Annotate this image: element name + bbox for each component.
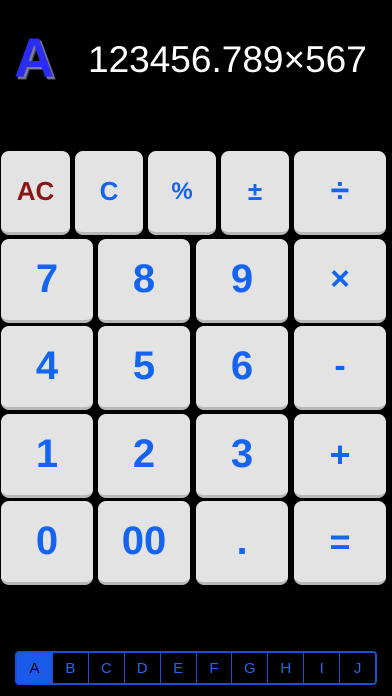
calculator-display: 123456.789×567 [88, 39, 367, 80]
digit-4-button[interactable]: 4 [1, 326, 93, 410]
memory-tab-j[interactable]: J [339, 653, 375, 683]
memory-tab-bar: A B C D E F G H I J [15, 651, 377, 685]
memory-tab-f[interactable]: F [195, 653, 232, 683]
double-zero-button[interactable]: 00 [98, 501, 190, 585]
divide-button[interactable]: ÷ [294, 151, 386, 235]
digit-8-button[interactable]: 8 [98, 239, 190, 323]
digit-0-button[interactable]: 0 [1, 501, 93, 585]
all-clear-button[interactable]: AC [1, 151, 70, 235]
clear-button[interactable]: C [75, 151, 143, 235]
memory-tab-c[interactable]: C [87, 653, 124, 683]
digit-3-button[interactable]: 3 [196, 414, 288, 498]
memory-tab-a[interactable]: A [17, 653, 52, 683]
equals-button[interactable]: = [294, 501, 386, 585]
plus-button[interactable]: + [294, 414, 386, 498]
digit-6-button[interactable]: 6 [196, 326, 288, 410]
decimal-point-button[interactable]: . [196, 501, 288, 585]
minus-button[interactable]: - [294, 326, 386, 410]
memory-tab-i[interactable]: I [303, 653, 339, 683]
percent-button[interactable]: % [148, 151, 216, 235]
multiply-button[interactable]: × [294, 239, 386, 323]
digit-7-button[interactable]: 7 [1, 239, 93, 323]
memory-tab-e[interactable]: E [159, 653, 196, 683]
memory-tab-h[interactable]: H [267, 653, 303, 683]
memory-tab-d[interactable]: D [123, 653, 160, 683]
memory-tab-b[interactable]: B [51, 653, 88, 683]
digit-5-button[interactable]: 5 [98, 326, 190, 410]
plus-minus-button[interactable]: ± [221, 151, 289, 235]
memory-tab-g[interactable]: G [231, 653, 267, 683]
digit-2-button[interactable]: 2 [98, 414, 190, 498]
memory-indicator: A [14, 26, 55, 89]
header: A 123456.789×567 [0, 0, 392, 150]
digit-9-button[interactable]: 9 [196, 239, 288, 323]
digit-1-button[interactable]: 1 [1, 414, 93, 498]
